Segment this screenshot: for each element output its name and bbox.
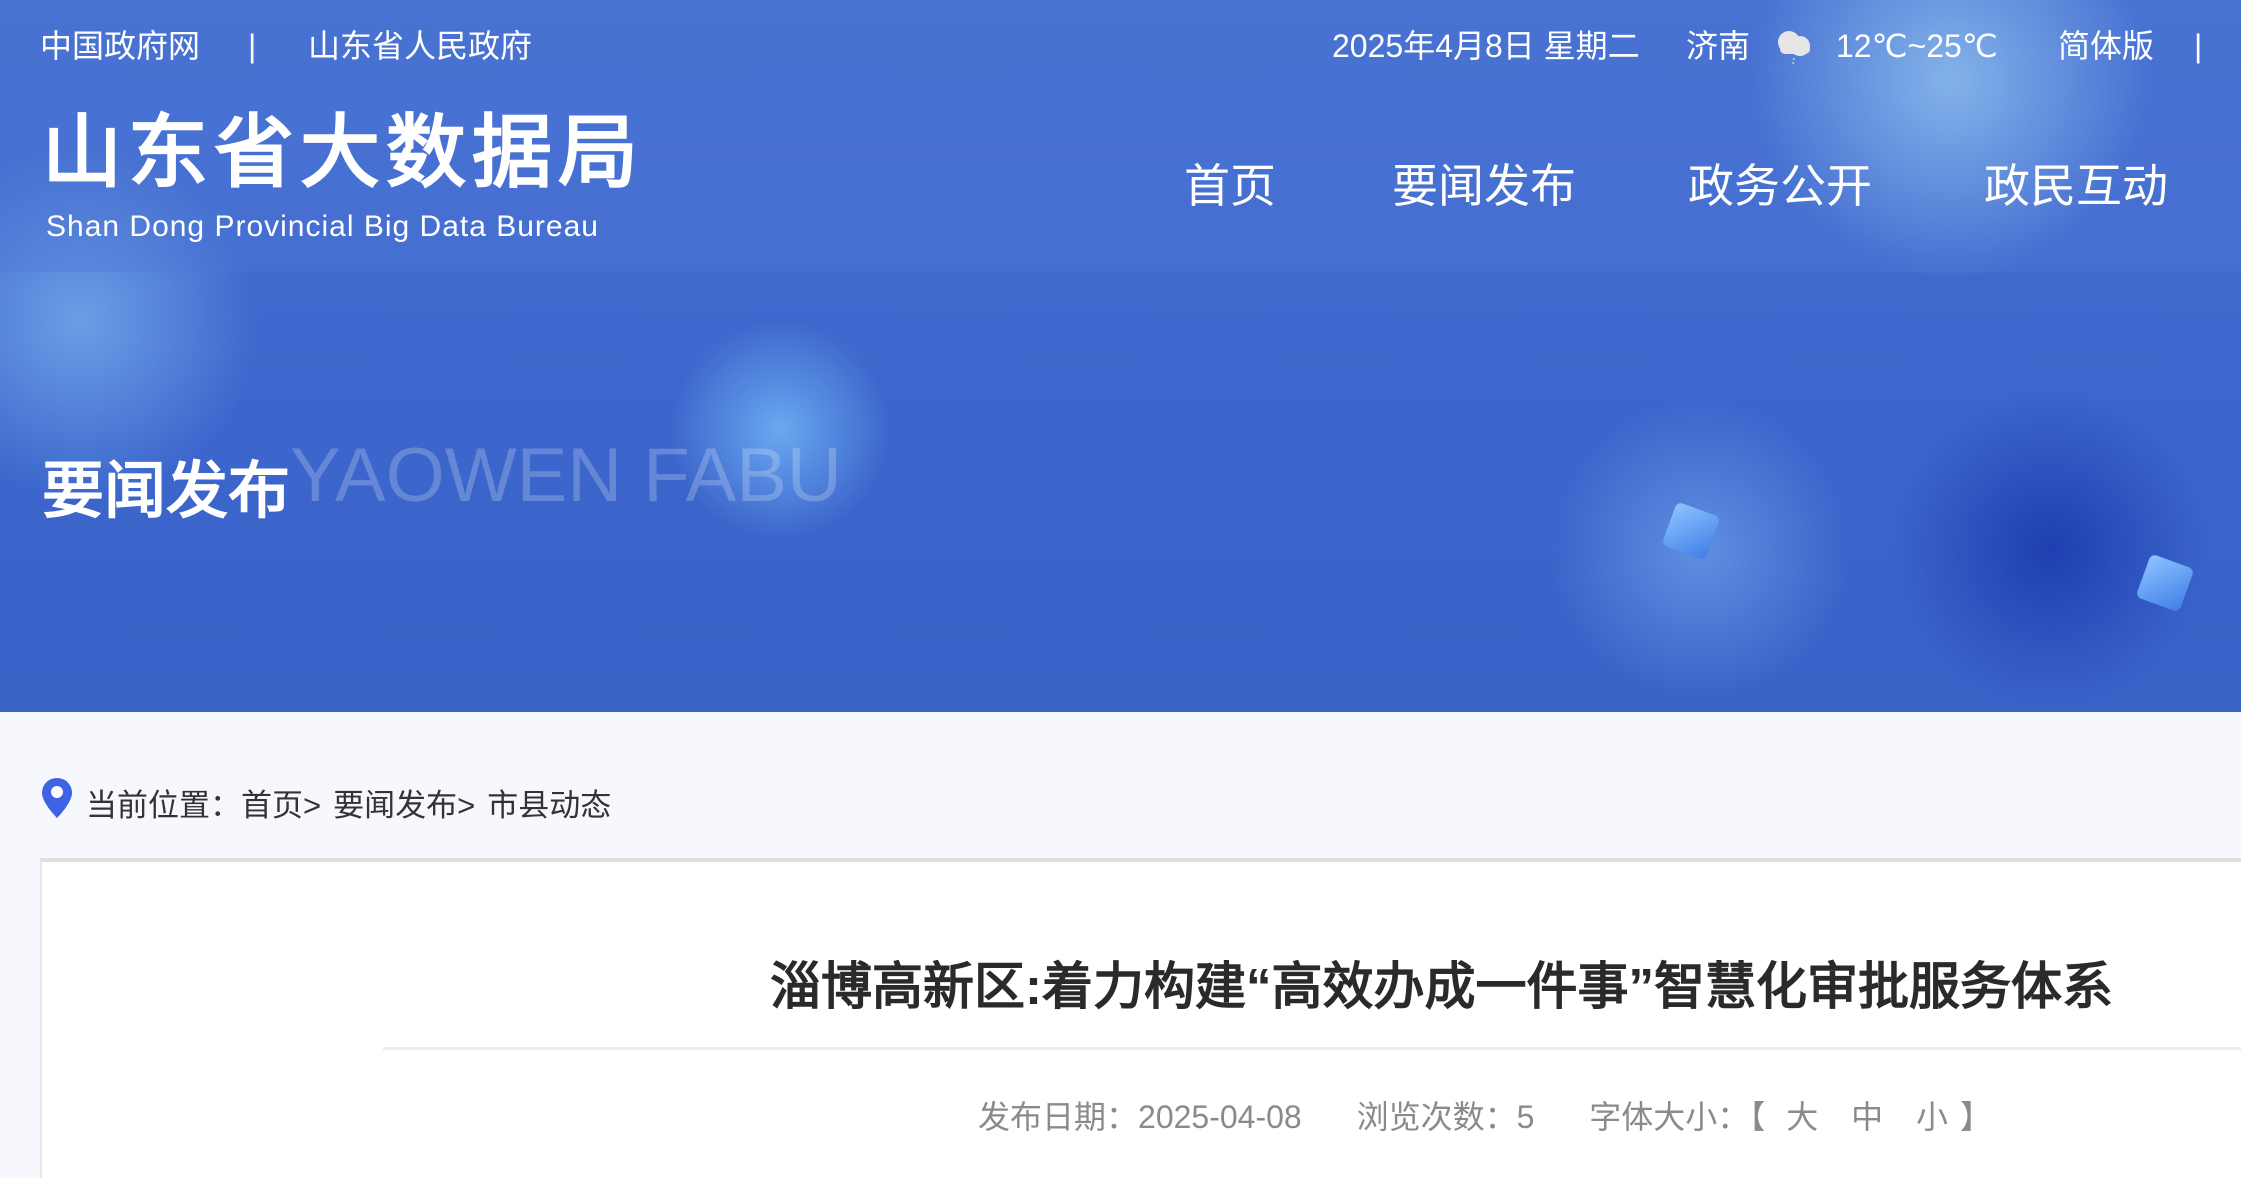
font-size-medium[interactable]: 中 [1851, 1099, 1883, 1135]
breadcrumb-news[interactable]: 要闻发布> [333, 780, 475, 825]
nav-home[interactable]: 首页 [1184, 158, 1276, 214]
separator: | [2194, 26, 2202, 66]
font-size-label: 字体大小： [1589, 1099, 1749, 1135]
cube-decoration [1662, 502, 1721, 561]
date-text: 2025年4月8日 星期二 [1332, 26, 1640, 66]
link-shandong-gov[interactable]: 山东省人民政府 [308, 26, 532, 66]
city-text: 济南 [1686, 26, 1750, 66]
breadcrumb-home[interactable]: 首页> [241, 780, 321, 825]
breadcrumb: 当前位置： 首页> 要闻发布> 市县动态 [40, 776, 611, 828]
article-title: 淄博高新区:着力构建“高效办成一件事”智慧化审批服务体系 [770, 945, 2113, 1019]
bracket: 】 [1960, 1099, 1992, 1135]
font-size-small[interactable]: 小 [1916, 1099, 1948, 1135]
bracket: 【 [1749, 1099, 1765, 1135]
views-label: 浏览次数： [1357, 1099, 1517, 1135]
font-size-large[interactable]: 大 [1786, 1099, 1818, 1135]
view-count: 5 [1517, 1099, 1535, 1135]
divider [383, 1047, 2241, 1050]
logo-title[interactable]: 山东省大数据局 [42, 105, 644, 201]
header-banner: 中国政府网 | 山东省人民政府 2025年4月8日 星期二 济南 12℃~25℃… [0, 0, 2241, 712]
breadcrumb-label: 当前位置： [86, 780, 241, 825]
temperature-text: 12℃~25℃ [1836, 26, 1998, 66]
publish-date: 2025-04-08 [1138, 1099, 1302, 1135]
banner-title: 要闻发布 [42, 440, 290, 530]
nav-government-affairs[interactable]: 政务公开 [1688, 158, 1872, 214]
simplified-chinese-link[interactable]: 简体版 [2058, 26, 2154, 66]
breadcrumb-city-news[interactable]: 市县动态 [487, 780, 611, 825]
nav-interaction[interactable]: 政民互动 [1984, 158, 2168, 214]
link-china-gov[interactable]: 中国政府网 [40, 26, 200, 66]
article-meta: 发布日期：2025-04-08 浏览次数：5 字体大小：【 大 中 小】 [978, 1092, 1992, 1138]
cloud-rain-icon [1772, 22, 1818, 77]
banner-title-en: YAOWEN FABU [290, 432, 842, 519]
nav-news[interactable]: 要闻发布 [1392, 158, 1576, 214]
logo-subtitle: Shan Dong Provincial Big Data Bureau [46, 210, 599, 244]
date-label: 发布日期： [978, 1099, 1138, 1135]
separator: | [248, 26, 256, 66]
cube-decoration [2136, 554, 2195, 613]
location-pin-icon [40, 776, 74, 828]
